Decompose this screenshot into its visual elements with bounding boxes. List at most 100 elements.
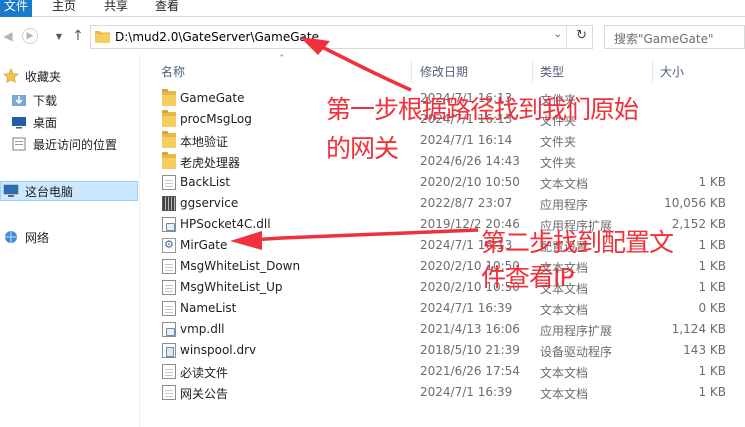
computer-icon [3, 183, 19, 199]
text-file-icon [162, 385, 176, 400]
file-name: ggservice [180, 196, 239, 210]
forward-button[interactable]: ▶ [22, 28, 38, 44]
file-date: 2024/7/1 16:39 [420, 385, 513, 399]
recent-places-icon [11, 136, 27, 152]
tab-view[interactable]: 查看 [155, 0, 179, 17]
star-icon [3, 68, 19, 84]
file-row[interactable]: NameList 2024/7/1 16:39 文本文档 0 KB [155, 298, 745, 319]
file-row[interactable]: BackList 2020/2/10 10:50 文本文档 1 KB [155, 172, 745, 193]
nav-network[interactable]: 网络 [3, 227, 49, 247]
file-row[interactable]: 本地验证 2024/7/1 16:14 文件夹 [155, 130, 745, 151]
file-name: 老虎处理器 [180, 156, 241, 170]
pane-divider [139, 54, 140, 427]
file-size: 1,124 KB [671, 322, 726, 336]
file-size: 143 KB [683, 343, 726, 357]
nav-recent[interactable]: 最近访问的位置 [11, 134, 117, 154]
file-row[interactable]: 网关公告 2024/7/1 16:39 文本文档 1 KB [155, 382, 745, 403]
file-size: 0 KB [698, 301, 726, 315]
file-date: 2024/7/1 16:39 [420, 301, 513, 315]
file-name: 网关公告 [180, 387, 229, 401]
back-button[interactable]: ◀ [0, 28, 16, 44]
file-name: HPSocket4C.dll [180, 217, 271, 231]
download-folder-icon [11, 92, 27, 108]
nav-label: 网络 [25, 230, 50, 245]
file-row[interactable]: MsgWhiteList_Up 2020/2/10 10:50 文本文档 1 KB [155, 277, 745, 298]
driver-file-icon [162, 343, 176, 358]
desktop-icon [11, 114, 27, 130]
column-header-size[interactable]: 大小 [660, 63, 684, 80]
column-header-date[interactable]: 修改日期 [420, 63, 468, 80]
file-row[interactable]: winspool.drv 2018/5/10 21:39 设备驱动程序 143 KB [155, 340, 745, 361]
chevron-down-icon: ▼ [55, 31, 63, 41]
address-row: ◀ ▶ ▼ ↑ D:\mud2.0\GateServer\GameGate ⌄ … [0, 18, 745, 54]
navigation-pane: 收藏夹 下载 桌面 最近访问的位置 这台电脑 网络 [0, 54, 140, 427]
nav-label: 桌面 [33, 115, 58, 130]
refresh-icon[interactable]: ↻ [576, 28, 587, 43]
file-name: NameList [180, 301, 237, 315]
recent-locations-button[interactable]: ▼ [51, 28, 67, 44]
nav-this-pc[interactable]: 这台电脑 [0, 181, 138, 201]
file-type: 文本文档 [540, 303, 589, 317]
column-divider[interactable] [652, 60, 653, 82]
column-header-type[interactable]: 类型 [540, 63, 564, 80]
up-arrow-icon: ↑ [72, 28, 84, 44]
file-date: 2021/6/26 17:54 [420, 364, 520, 378]
file-date: 2021/4/13 16:06 [420, 322, 520, 336]
folder-icon [162, 131, 176, 148]
tab-share[interactable]: 共享 [104, 0, 128, 17]
file-type: 文件夹 [540, 156, 577, 170]
config-file-icon [162, 238, 176, 253]
folder-icon [162, 89, 176, 106]
file-row[interactable]: 老虎处理器 2024/6/26 14:43 文件夹 [155, 151, 745, 172]
dll-file-icon [162, 217, 176, 232]
text-file-icon [162, 175, 176, 190]
address-divider [566, 26, 567, 48]
application-icon [162, 196, 176, 211]
back-arrow-icon: ◀ [3, 29, 13, 43]
dll-file-icon [162, 322, 176, 337]
address-bar[interactable]: D:\mud2.0\GateServer\GameGate ⌄ ↻ [90, 25, 593, 49]
annotation-step1-line2: 的网关 [326, 134, 399, 163]
file-type: 文本文档 [540, 366, 589, 380]
nav-desktop[interactable]: 桌面 [11, 112, 57, 132]
nav-label: 收藏夹 [25, 69, 62, 84]
file-size: 1 KB [698, 175, 726, 189]
tab-home[interactable]: 主页 [52, 0, 76, 17]
annotation-step1-line1: 第一步根据路径找到我们原始 [326, 95, 639, 124]
address-path[interactable]: D:\mud2.0\GateServer\GameGate [115, 30, 319, 44]
file-row[interactable]: ggservice 2022/8/7 23:07 应用程序 10,056 KB [155, 193, 745, 214]
file-size: 1 KB [698, 280, 726, 294]
nav-quick-access[interactable]: 收藏夹 [3, 66, 61, 86]
up-button[interactable]: ↑ [70, 28, 86, 44]
column-header-name[interactable]: 名称 [161, 63, 185, 80]
text-file-icon [162, 259, 176, 274]
text-file-icon [162, 280, 176, 295]
tab-file[interactable]: 文件 [0, 0, 33, 17]
file-type: 应用程序扩展 [540, 324, 613, 338]
column-divider[interactable] [411, 60, 412, 82]
file-name: GameGate [180, 91, 245, 105]
file-size: 10,056 KB [664, 196, 726, 210]
search-placeholder: 搜索"GameGate" [614, 32, 714, 46]
network-icon [3, 229, 19, 245]
file-name: BackList [180, 175, 231, 189]
file-row[interactable]: vmp.dll 2021/4/13 16:06 应用程序扩展 1,124 KB [155, 319, 745, 340]
file-type: 文件夹 [540, 135, 577, 149]
file-type: 文本文档 [540, 387, 589, 401]
file-type: 应用程序 [540, 198, 589, 212]
file-date: 2020/2/10 10:50 [420, 175, 520, 189]
forward-arrow-icon: ▶ [26, 31, 34, 41]
file-row[interactable]: 必读文件 2021/6/26 17:54 文本文档 1 KB [155, 361, 745, 382]
file-name: vmp.dll [180, 322, 225, 336]
file-date: 2018/5/10 21:39 [420, 343, 520, 357]
nav-label: 这台电脑 [25, 184, 74, 199]
file-name: MsgWhiteList_Down [180, 259, 301, 273]
nav-downloads[interactable]: 下载 [11, 90, 57, 110]
file-date: 2024/7/1 16:14 [420, 133, 513, 147]
column-divider[interactable] [532, 60, 533, 82]
folder-icon [162, 110, 176, 127]
nav-label: 下载 [33, 93, 58, 108]
address-dropdown-icon[interactable]: ⌄ [554, 29, 562, 40]
file-size: 1 KB [698, 385, 726, 399]
search-input[interactable]: 搜索"GameGate" [604, 25, 745, 49]
